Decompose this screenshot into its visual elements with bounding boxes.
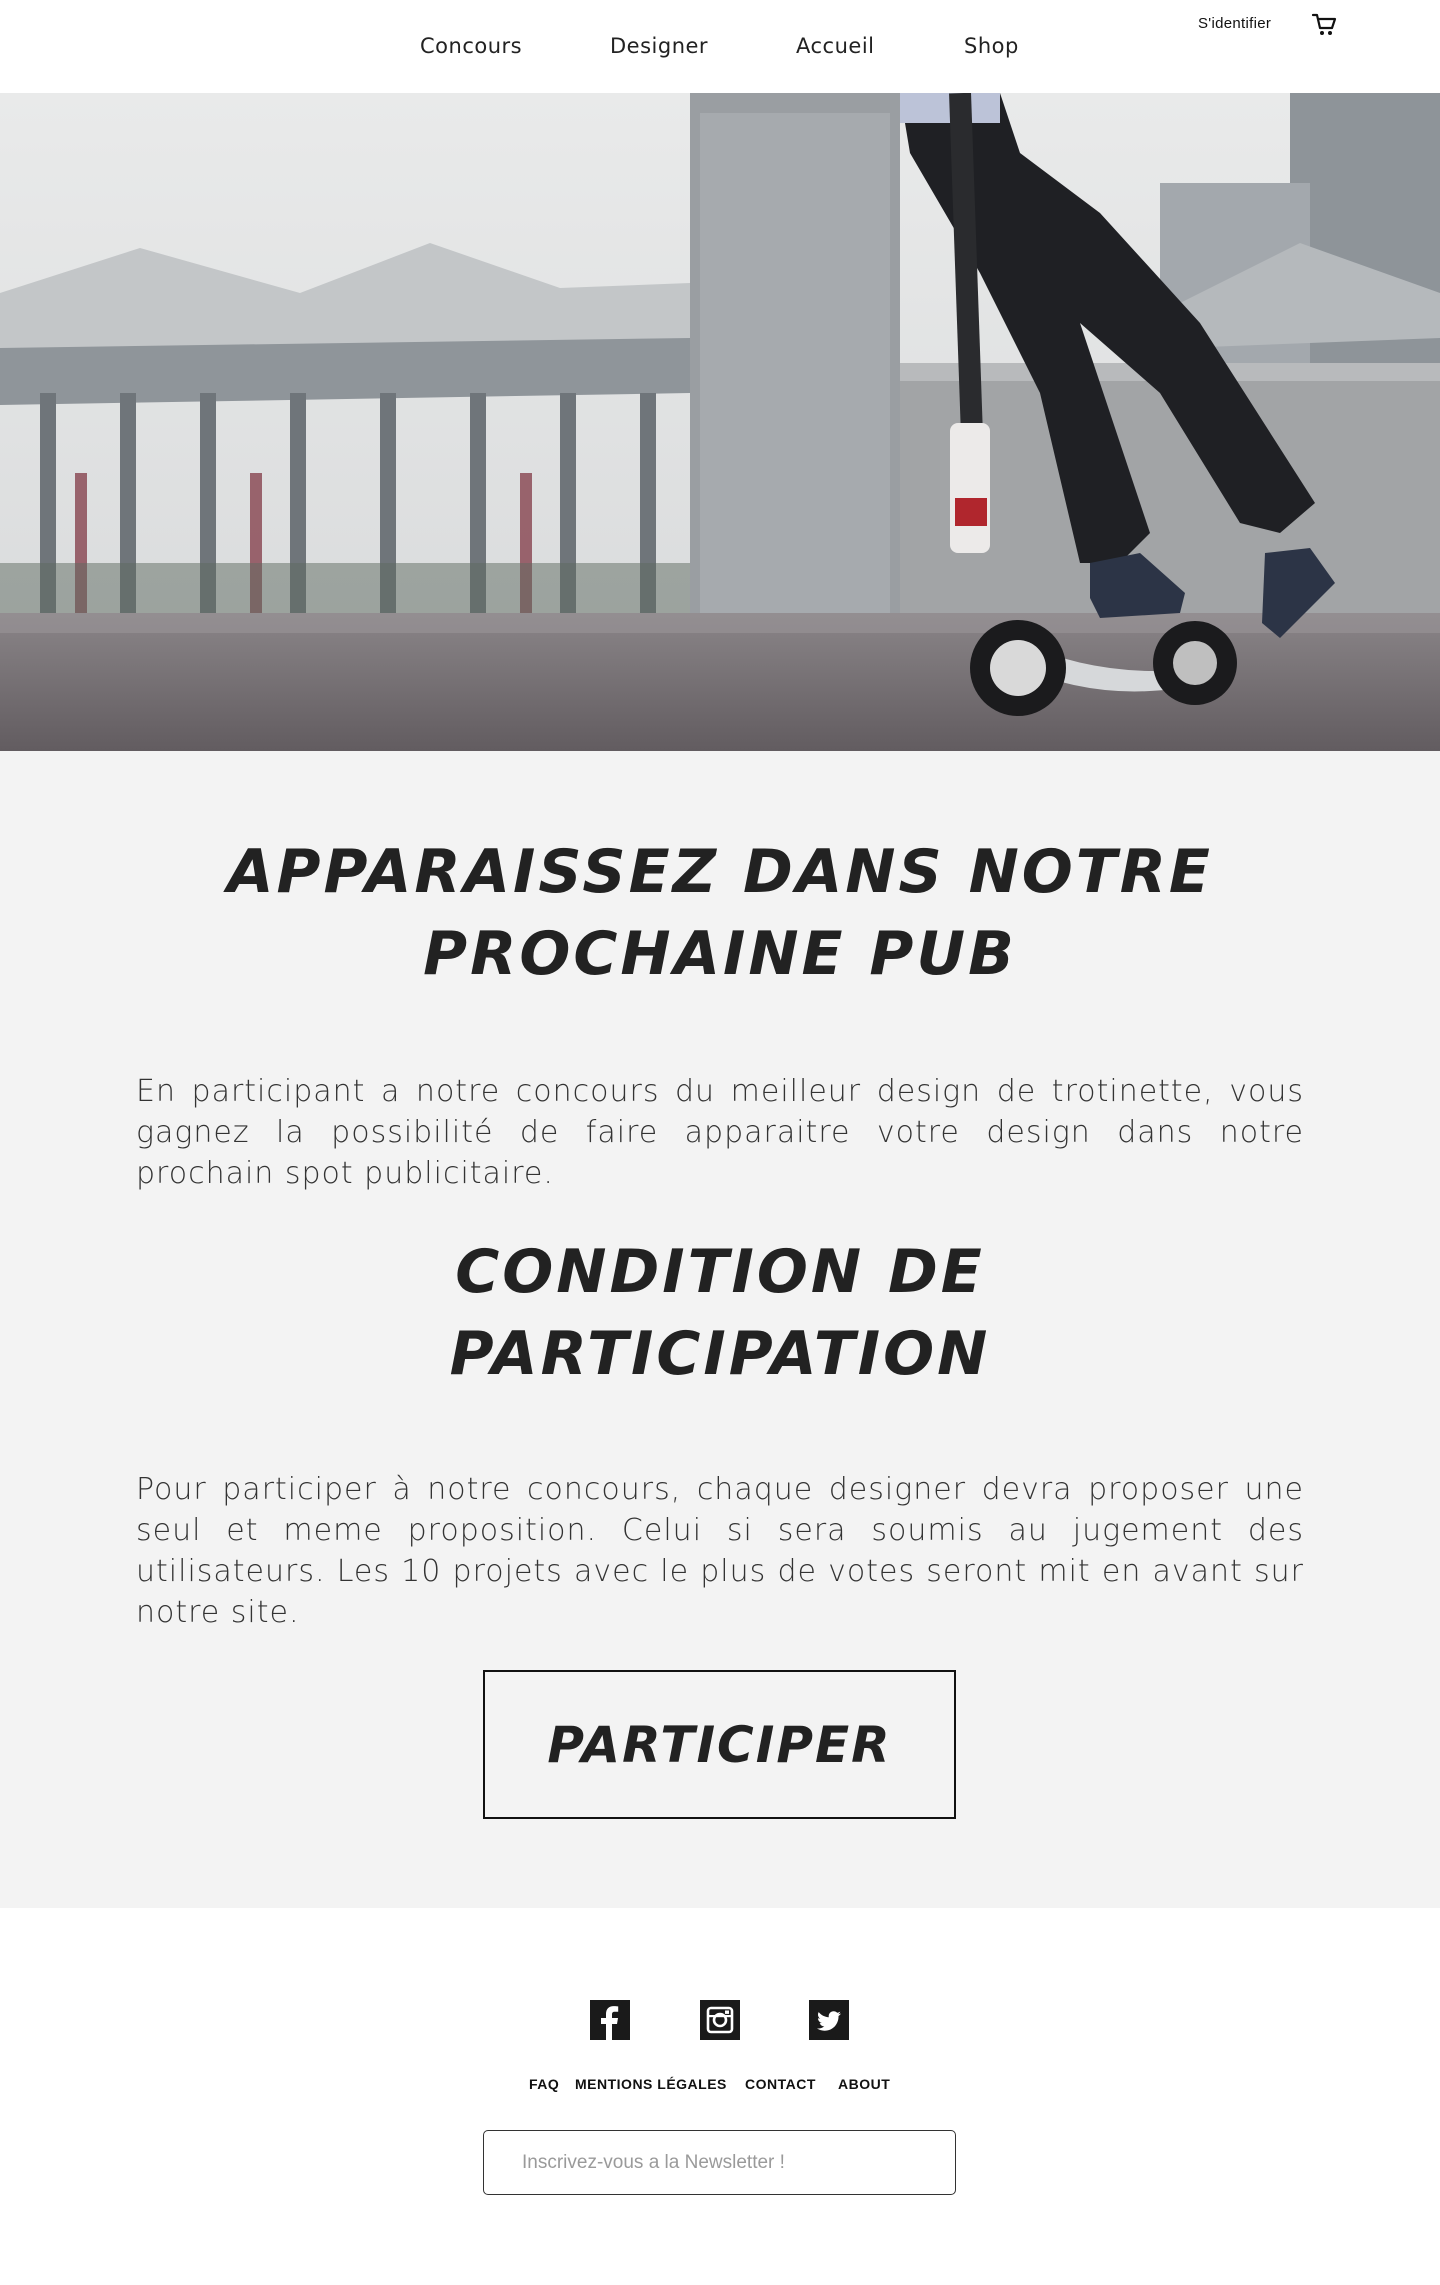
- condition-text: Pour participer à notre concours, chaque…: [136, 1472, 1304, 1630]
- main-nav: Concours Designer Accueil Shop: [0, 0, 1440, 93]
- participate-button[interactable]: PARTICIPER: [483, 1670, 956, 1819]
- site-footer: FAQ MENTIONS LÉGALES CONTACT ABOUT: [0, 1908, 1440, 2285]
- condition-title: CONDITION DE PARTICIPATION: [449, 1237, 991, 1389]
- facebook-icon[interactable]: [590, 2000, 630, 2040]
- instagram-icon[interactable]: [700, 2000, 740, 2040]
- newsletter-input[interactable]: [483, 2130, 956, 2195]
- nav-item-accueil[interactable]: Accueil: [796, 34, 875, 58]
- nav-item-designer[interactable]: Designer: [610, 34, 708, 58]
- page-title: APPARAISSEZ DANS NOTRE PROCHAINE PUB: [227, 837, 1213, 989]
- nav-item-shop[interactable]: Shop: [964, 34, 1019, 58]
- footer-link-contact[interactable]: CONTACT: [745, 2076, 816, 2092]
- nav-item-concours[interactable]: Concours: [420, 34, 522, 58]
- footer-link-faq[interactable]: FAQ: [529, 2076, 559, 2092]
- hero-image: [0, 93, 1440, 751]
- footer-link-about[interactable]: ABOUT: [838, 2076, 890, 2092]
- cart-icon[interactable]: [1310, 10, 1338, 38]
- footer-link-mentions-legales[interactable]: MENTIONS LÉGALES: [575, 2076, 727, 2092]
- site-header: Concours Designer Accueil Shop S'identif…: [0, 0, 1440, 93]
- contest-section: APPARAISSEZ DANS NOTRE PROCHAINE PUB En …: [0, 751, 1440, 1908]
- login-link[interactable]: S'identifier: [1198, 15, 1271, 32]
- twitter-icon[interactable]: [809, 2000, 849, 2040]
- intro-text: En participant a notre concours du meill…: [136, 1074, 1304, 1191]
